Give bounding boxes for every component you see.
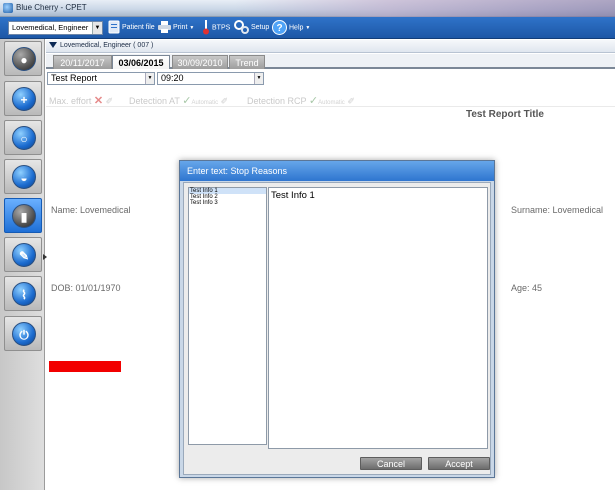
detection-at-label: Detection AT xyxy=(129,96,180,106)
nav-exit-button[interactable]: ⏻ xyxy=(4,316,42,351)
gears-icon xyxy=(234,20,249,35)
pencil-icon: ✎ xyxy=(12,243,36,267)
red-flag-bar xyxy=(49,361,121,372)
pencil-icon: ✐ xyxy=(347,96,355,106)
title-bar-glass xyxy=(235,0,615,17)
dialog-body: Test Info 1 Test Info 2 Test Info 3 Test… xyxy=(183,182,491,475)
report-title: Test Report Title xyxy=(466,109,544,120)
report-surname: Surname: Lovemedical xyxy=(511,205,604,215)
setup-label: Setup xyxy=(251,24,270,31)
test-date-tabs: 20/11/2017 03/06/2015 30/09/2010 Trend xyxy=(46,54,615,69)
dialog-title: Enter text: Stop Reasons xyxy=(180,161,494,181)
stop-reasons-dialog: Enter text: Stop Reasons Test Info 1 Tes… xyxy=(179,160,495,478)
window-title-bar: Blue Cherry - CPET xyxy=(0,0,615,17)
detection-at-control[interactable]: Detection AT ✓Automatic ✐ xyxy=(129,94,228,107)
tab-trend[interactable]: Trend xyxy=(229,55,265,69)
nav-patient-button[interactable]: ● xyxy=(4,41,42,76)
report-select[interactable]: Test Report ▼ xyxy=(47,72,155,85)
loop-icon: ○ xyxy=(12,126,36,150)
measurement-toolbar: Max. effort ✕ ✐ Detection AT ✓Automatic … xyxy=(46,89,615,107)
report-age: Age: 45 xyxy=(511,283,543,293)
cancel-button[interactable]: Cancel xyxy=(360,457,422,470)
nav-edit-button[interactable]: ✎ xyxy=(4,237,42,272)
reason-text-area[interactable]: Test Info 1 xyxy=(268,187,488,449)
patient-header[interactable]: Lovemedical, Engineer ( 007 ) xyxy=(46,40,615,53)
btps-label: BTPS xyxy=(212,24,231,32)
app-icon xyxy=(3,3,13,13)
printer-icon xyxy=(158,21,171,34)
btps-button[interactable]: BTPS xyxy=(202,20,230,36)
patient-file-icon xyxy=(108,20,120,34)
patient-name: Lovemedical, Engineer ( 007 ) xyxy=(60,42,154,49)
chevron-down-icon[interactable]: ▼ xyxy=(254,73,263,84)
report-icon: ▮ xyxy=(12,204,36,228)
print-dropdown-arrow[interactable]: ▼ xyxy=(189,25,194,31)
chevron-down-icon[interactable]: ▼ xyxy=(145,73,154,84)
max-effort-control[interactable]: Max. effort ✕ ✐ xyxy=(49,94,113,107)
svg-text:?: ? xyxy=(276,23,282,34)
accept-button[interactable]: Accept xyxy=(428,457,490,470)
crosshair-icon: + xyxy=(12,87,36,111)
time-select[interactable]: 09:20 ▼ xyxy=(157,72,264,85)
nav-measure-button[interactable]: ◒ xyxy=(4,159,42,194)
nav-calibration-button[interactable]: ○ xyxy=(4,120,42,155)
detection-rcp-mode: Automatic xyxy=(318,100,345,106)
nav-trend-button[interactable]: ⌇ xyxy=(4,276,42,311)
help-dropdown-arrow[interactable]: ▼ xyxy=(305,25,310,31)
pencil-icon: ✐ xyxy=(220,96,229,106)
tab-date-2[interactable]: 03/06/2015 xyxy=(112,55,170,69)
help-button[interactable]: ? Help ▼ xyxy=(272,20,310,36)
time-select-value: 09:20 xyxy=(161,73,184,83)
report-name: Name: Lovemedical xyxy=(51,205,131,215)
tab-date-1[interactable]: 20/11/2017 xyxy=(53,55,112,69)
left-navigation: ● + ○ ◒ ▮ ✎ ⌇ ⏻ xyxy=(0,39,45,490)
max-effort-label: Max. effort xyxy=(49,96,92,106)
print-label: Print xyxy=(173,24,188,31)
detection-at-mode: Automatic xyxy=(191,100,219,106)
pencil-icon: ✐ xyxy=(105,96,114,106)
report-select-value: Test Report xyxy=(51,73,98,83)
main-toolbar: Lovemedical, Engineer ▼ Patient file Pri… xyxy=(0,17,615,39)
chevron-down-icon[interactable]: ▼ xyxy=(92,22,102,34)
power-icon: ⏻ xyxy=(12,322,36,346)
help-label: Help xyxy=(289,24,304,32)
collapse-triangle-icon[interactable] xyxy=(49,42,57,48)
gauge-icon: ◒ xyxy=(12,165,36,189)
setup-button[interactable]: Setup xyxy=(234,20,269,36)
tab-date-3[interactable]: 30/09/2010 xyxy=(172,55,228,69)
print-button[interactable]: Print ▼ xyxy=(158,20,194,36)
check-icon: ✓ xyxy=(308,95,319,107)
help-icon: ? xyxy=(272,20,287,35)
patient-icon: ● xyxy=(12,47,36,71)
nav-report-button[interactable]: ▮ xyxy=(4,198,42,233)
pulse-icon: ⌇ xyxy=(12,282,36,306)
cross-icon: ✕ xyxy=(93,95,104,107)
detection-rcp-label: Detection RCP xyxy=(247,96,307,106)
list-item[interactable]: Test Info 3 xyxy=(189,200,266,206)
nav-expand-arrow xyxy=(43,254,47,260)
window-title: Blue Cherry - CPET xyxy=(16,3,87,12)
patient-file-label: Patient file xyxy=(122,24,155,31)
thermometer-icon xyxy=(203,20,209,35)
nav-test-button[interactable]: + xyxy=(4,81,42,116)
operator-value: Lovemedical, Engineer xyxy=(12,23,89,32)
report-dob: DOB: 01/01/1970 xyxy=(51,283,121,293)
reasons-list[interactable]: Test Info 1 Test Info 2 Test Info 3 xyxy=(188,187,267,445)
patient-file-button[interactable]: Patient file xyxy=(108,20,155,36)
detection-rcp-control[interactable]: Detection RCP ✓Automatic ✐ xyxy=(247,94,355,107)
operator-select[interactable]: Lovemedical, Engineer ▼ xyxy=(8,21,103,35)
